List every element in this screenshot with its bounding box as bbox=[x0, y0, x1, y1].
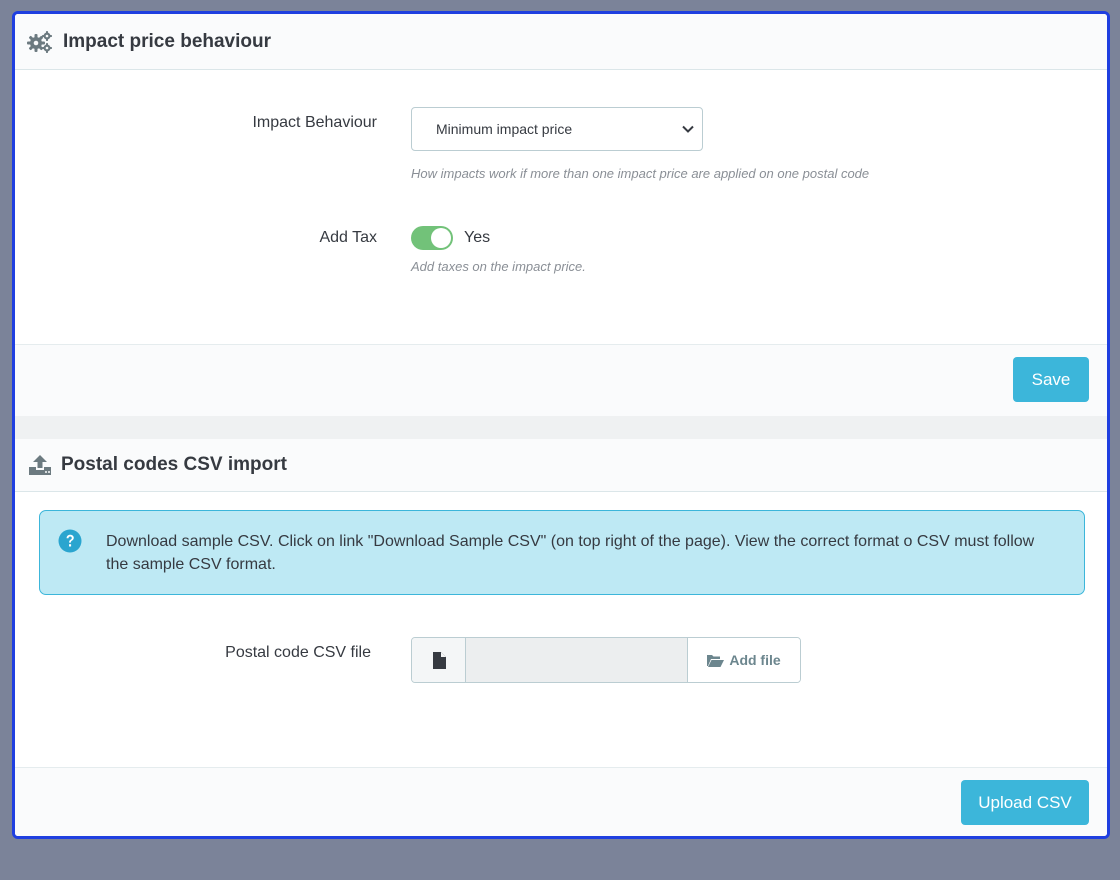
impact-behaviour-select[interactable]: Minimum impact price bbox=[411, 107, 703, 151]
csv-import-panel: Postal codes CSV import Download sample … bbox=[15, 439, 1107, 836]
impact-panel-footer: Save bbox=[15, 344, 1107, 416]
csv-file-name-input[interactable] bbox=[466, 638, 688, 682]
upload-icon bbox=[27, 453, 53, 477]
add-tax-help: Add taxes on the impact price. bbox=[411, 259, 586, 274]
add-tax-label: Add Tax bbox=[319, 229, 377, 246]
csv-info-alert: Download sample CSV. Click on link "Down… bbox=[39, 510, 1085, 595]
impact-panel-header: Impact price behaviour bbox=[15, 14, 1107, 70]
chevron-down-icon bbox=[682, 125, 694, 133]
impact-behaviour-label: Impact Behaviour bbox=[252, 114, 377, 131]
impact-behaviour-selected: Minimum impact price bbox=[436, 121, 573, 137]
csv-panel-header: Postal codes CSV import bbox=[15, 439, 1107, 492]
csv-panel-title: Postal codes CSV import bbox=[61, 454, 287, 475]
impact-price-panel: Impact price behaviour Impact Behaviour … bbox=[15, 14, 1107, 416]
add-file-label: Add file bbox=[729, 652, 781, 668]
impact-behaviour-help: How impacts work if more than one impact… bbox=[411, 166, 870, 181]
add-tax-toggle[interactable] bbox=[411, 226, 453, 250]
csv-file-picker: Add file bbox=[411, 637, 801, 683]
module-config-frame: Impact price behaviour Impact Behaviour … bbox=[12, 11, 1110, 839]
add-tax-state: Yes bbox=[464, 229, 491, 246]
upload-csv-button[interactable]: Upload CSV bbox=[961, 780, 1089, 825]
csv-info-text: Download sample CSV. Click on link "Down… bbox=[106, 533, 1035, 573]
save-button[interactable]: Save bbox=[1013, 357, 1089, 402]
csv-panel-footer: Upload CSV bbox=[15, 767, 1107, 836]
cogs-icon bbox=[27, 30, 53, 54]
csv-file-label: Postal code CSV file bbox=[225, 644, 371, 661]
file-icon bbox=[412, 638, 466, 682]
add-file-button[interactable]: Add file bbox=[688, 638, 800, 682]
folder-open-icon bbox=[707, 654, 725, 667]
toggle-knob bbox=[431, 228, 451, 248]
question-circle-icon bbox=[58, 529, 82, 553]
impact-panel-title: Impact price behaviour bbox=[63, 30, 272, 52]
